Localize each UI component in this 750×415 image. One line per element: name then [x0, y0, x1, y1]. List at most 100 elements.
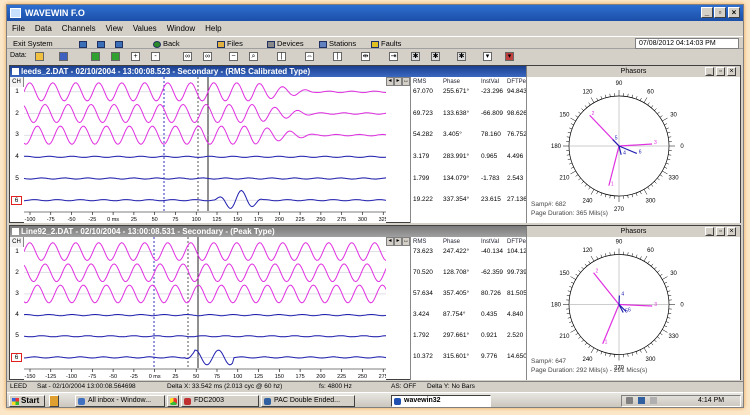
star-disabled-icon: ✱: [411, 52, 420, 61]
stations-button[interactable]: Stations: [317, 38, 356, 49]
chrome-task[interactable]: [167, 395, 179, 407]
link-break-icon[interactable]: ∞: [203, 52, 212, 61]
zoom-in-icon[interactable]: +: [131, 52, 140, 61]
column-header[interactable]: DFTPe: [507, 77, 526, 87]
phasor-tick: [643, 347, 648, 354]
search-icon[interactable]: ⌕: [249, 52, 258, 61]
system-tray: 4:14 PM: [621, 395, 741, 407]
tools-icon[interactable]: ▾: [505, 52, 514, 61]
panel-restore-icon[interactable]: ▫: [716, 227, 725, 236]
link-icon[interactable]: ∞: [183, 52, 192, 61]
channel-number[interactable]: 5: [10, 175, 24, 182]
panel-restore-icon[interactable]: ▫: [716, 67, 725, 76]
column-header[interactable]: InstVal: [481, 77, 499, 87]
split-icon[interactable]: ⇹: [361, 52, 370, 61]
exit-system-button[interactable]: Exit System: [11, 38, 53, 49]
time-tick-label: 225: [296, 217, 305, 223]
cursor-both-icon[interactable]: ⇔: [305, 52, 314, 61]
task-pac[interactable]: PAC Double Ended...: [261, 395, 355, 407]
scroll-right-icon[interactable]: ▸: [394, 237, 402, 246]
channel-number[interactable]: 4: [10, 153, 24, 160]
page-duration: Page Duration: 292 Mils(s) - 291 Mics(s): [531, 367, 648, 374]
files-button[interactable]: Files: [215, 38, 243, 49]
faults-button[interactable]: Faults: [369, 38, 401, 49]
channel-number[interactable]: 4: [10, 311, 24, 318]
panel-close-icon[interactable]: ×: [727, 67, 736, 76]
column-header[interactable]: RMS: [413, 77, 426, 87]
page-next-icon[interactable]: [111, 52, 120, 61]
channel-number[interactable]: 3: [10, 290, 24, 297]
menu-view[interactable]: View: [101, 22, 128, 35]
filter-icon[interactable]: ▾: [483, 52, 492, 61]
task-fdc[interactable]: FDC2003: [181, 395, 259, 407]
column-header[interactable]: DFTPe: [507, 237, 526, 247]
menu-window[interactable]: Window: [162, 22, 200, 35]
channel-number[interactable]: 2: [10, 269, 24, 276]
zoom-out-icon[interactable]: -: [151, 52, 160, 61]
wave-icon[interactable]: ~: [229, 52, 238, 61]
phasor-tick: [588, 345, 591, 349]
panel-icon: [12, 68, 19, 75]
wavewin-icon: [394, 398, 401, 405]
panel-minimize-icon[interactable]: _: [705, 227, 714, 236]
restore-icon[interactable]: ▫: [714, 7, 726, 18]
channel-number[interactable]: 2: [10, 110, 24, 117]
page-green-icon[interactable]: [91, 52, 100, 61]
menu-file[interactable]: File: [7, 22, 30, 35]
channel-number[interactable]: 1: [10, 248, 24, 255]
expand-icon[interactable]: ↔: [402, 77, 410, 86]
panel-close-icon[interactable]: ×: [727, 227, 736, 236]
phasor-angle-label: 330: [669, 334, 680, 340]
task-wavewin[interactable]: wavewin32: [391, 395, 491, 407]
back-button[interactable]: Back: [151, 38, 180, 49]
scroll-right-icon[interactable]: ▸: [394, 77, 402, 86]
cursor-right-icon[interactable]: |: [333, 52, 342, 61]
menu-data[interactable]: Data: [30, 22, 57, 35]
quicklaunch-icon[interactable]: [49, 395, 59, 407]
scroll-left-icon[interactable]: ◂: [386, 237, 394, 246]
start-button[interactable]: Start: [9, 395, 45, 407]
channel-value: 297.661°: [443, 332, 470, 340]
save-icon[interactable]: [59, 52, 68, 61]
devices-button[interactable]: Devices: [265, 38, 304, 49]
panel-minimize-icon[interactable]: _: [705, 67, 714, 76]
align-icon[interactable]: ⇥: [389, 52, 398, 61]
list-icon[interactable]: [95, 38, 107, 49]
channel-number[interactable]: 3: [10, 131, 24, 138]
scroll-left-icon[interactable]: ◂: [386, 77, 394, 86]
time-tick-label: 175: [296, 374, 305, 380]
open-folder-icon[interactable]: [35, 52, 44, 61]
close-icon[interactable]: ×: [728, 7, 740, 18]
channel-value: 0.921: [481, 332, 498, 340]
view-icon[interactable]: [77, 38, 89, 49]
column-header[interactable]: Phase: [443, 77, 460, 87]
phasor-tick: [650, 184, 654, 187]
clock: 4:14 PM: [698, 397, 725, 404]
volume-icon[interactable]: [650, 397, 657, 404]
column-header[interactable]: InstVal: [481, 237, 499, 247]
phasor-angle-label: 60: [647, 248, 654, 254]
expand-icon[interactable]: ↔: [402, 237, 410, 246]
network-icon[interactable]: [626, 397, 633, 404]
task-inbox[interactable]: All inbox - Window...: [75, 395, 165, 407]
channel-header: CH: [10, 237, 24, 247]
waveform-plot-1[interactable]: -100 -75 -50 -25 0 ms 25 50 75 100 125 150 175 200 22…: [24, 77, 386, 223]
channel-number[interactable]: 1: [10, 88, 24, 95]
minimize-icon[interactable]: _: [701, 7, 713, 18]
waveform-plot-2[interactable]: -150 -125 -100 -75 -50 -25 0 ms 25 50 75 100 125 150…: [24, 237, 386, 380]
window-icon[interactable]: [113, 38, 125, 49]
channel-value: 76.752: [507, 131, 527, 139]
phasor-tick: [650, 263, 654, 267]
column-header[interactable]: RMS: [413, 237, 426, 247]
channel-number[interactable]: 6: [11, 353, 22, 363]
channel-value: 337.354°: [443, 196, 470, 204]
phasor-tick: [647, 260, 650, 264]
menu-channels[interactable]: Channels: [57, 22, 101, 35]
channel-number[interactable]: 5: [10, 332, 24, 339]
menu-help[interactable]: Help: [200, 22, 226, 35]
menu-values[interactable]: Values: [128, 22, 162, 35]
cursor-left-icon[interactable]: |: [277, 52, 286, 61]
channel-number[interactable]: 6: [11, 196, 22, 206]
tray-app-icon[interactable]: [638, 397, 645, 404]
column-header[interactable]: Phase: [443, 237, 460, 247]
